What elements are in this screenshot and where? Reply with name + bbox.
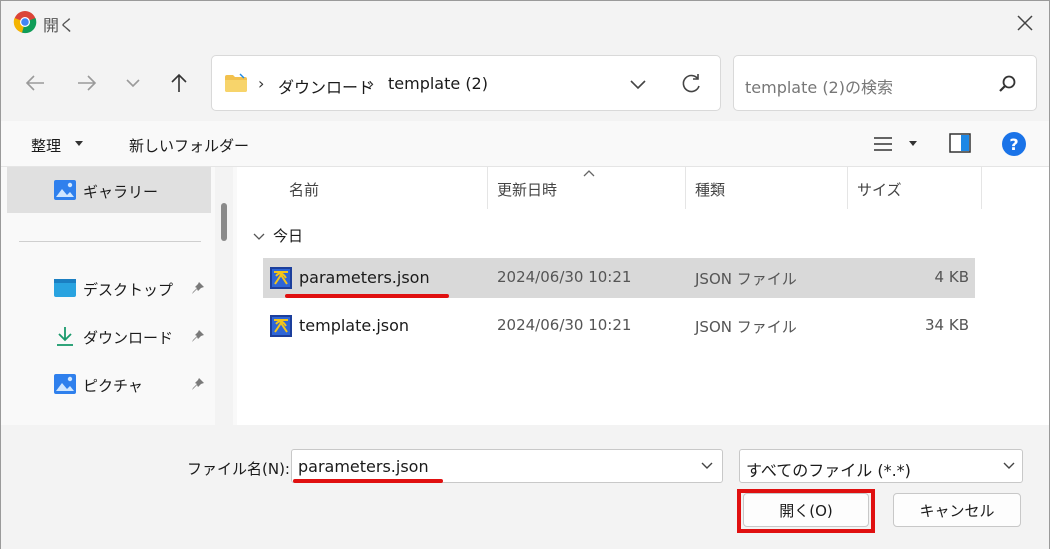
view-options-icon[interactable] (873, 135, 893, 153)
new-folder-button[interactable]: 新しいフォルダー (129, 135, 249, 156)
recent-locations-button[interactable] (117, 67, 149, 99)
sidebar-item-gallery[interactable]: ギャラリー (7, 167, 211, 213)
sidebar-item-label: ピクチャ (83, 377, 143, 395)
chevron-down-icon[interactable] (700, 461, 714, 471)
cancel-button[interactable]: キャンセル (893, 493, 1021, 527)
pin-icon[interactable] (191, 281, 205, 295)
sidebar-item-desktop[interactable]: デスクトップ (7, 265, 211, 311)
sidebar-item-label: ギャラリー (83, 183, 159, 201)
sort-ascending-icon (583, 170, 595, 177)
breadcrumb-separator: › (368, 74, 375, 93)
file-list: 名前 更新日時 種類 サイズ 今日 parameters.json 2024/0… (239, 167, 1049, 425)
arrow-right-icon (78, 75, 97, 91)
sidebar-item-pictures[interactable]: ピクチャ (7, 361, 211, 407)
filename-input[interactable]: parameters.json (291, 449, 723, 483)
file-size: 34 KB (925, 316, 969, 334)
navigation-bar: › ダウンロード › template (2) template (2)の検索 (1, 45, 1049, 121)
json-file-icon (270, 315, 292, 337)
arrow-up-icon (171, 73, 187, 92)
breadcrumb-current-folder[interactable]: template (2) (388, 74, 488, 93)
search-placeholder: template (2)の検索 (745, 78, 893, 97)
pin-icon[interactable] (191, 329, 205, 343)
navigation-pane: ギャラリー デスクトップ ダウンロード ピクチャ (1, 167, 237, 425)
file-date: 2024/06/30 10:21 (497, 316, 632, 334)
desktop-icon (54, 279, 76, 297)
column-header-date[interactable]: 更新日時 (497, 167, 557, 209)
file-row-parameters[interactable]: parameters.json 2024/06/30 10:21 JSON ファ… (263, 258, 975, 298)
command-bar: 整理 新しいフォルダー ? (1, 121, 1049, 167)
column-separator[interactable] (487, 167, 488, 209)
arrow-left-icon (25, 75, 44, 91)
caret-down-icon[interactable] (909, 141, 917, 147)
pin-icon[interactable] (191, 377, 205, 391)
gallery-icon (54, 180, 76, 200)
open-file-dialog: 開く › ダウンロード › template (2) template (2)の… (0, 0, 1050, 549)
sidebar-item-downloads[interactable]: ダウンロード (7, 313, 211, 359)
caret-down-icon (75, 141, 83, 146)
sidebar-item-label: デスクトップ (83, 281, 174, 299)
column-header-size[interactable]: サイズ (857, 167, 902, 209)
column-separator[interactable] (847, 167, 848, 209)
annotation-underline (285, 294, 449, 298)
chrome-icon (13, 11, 37, 34)
file-type: JSON ファイル (695, 270, 797, 288)
file-name: template.json (299, 316, 410, 335)
column-header-type[interactable]: 種類 (695, 167, 725, 209)
filter-value: すべてのファイル (*.*) (746, 461, 911, 480)
group-header-today[interactable]: 今日 (253, 225, 303, 246)
file-type: JSON ファイル (695, 318, 797, 336)
file-type-filter[interactable]: すべてのファイル (*.*) (739, 449, 1023, 483)
search-box[interactable]: template (2)の検索 (733, 55, 1037, 111)
window-title: 開く (43, 16, 76, 35)
refresh-icon[interactable] (678, 71, 704, 97)
file-name: parameters.json (299, 268, 430, 287)
chevron-down-icon (253, 233, 265, 240)
sidebar-divider (19, 241, 201, 242)
folder-icon (225, 73, 247, 92)
sidebar-item-label: ダウンロード (83, 329, 174, 347)
sidebar-scrollbar[interactable] (215, 167, 233, 425)
annotation-highlight-box (737, 489, 875, 533)
back-button[interactable] (19, 67, 51, 99)
chevron-down-icon[interactable] (626, 72, 650, 96)
breadcrumb-separator: › (258, 74, 265, 93)
filename-label: ファイル名(N): (187, 460, 290, 478)
organize-button[interactable]: 整理 (31, 135, 61, 156)
column-separator[interactable] (981, 167, 982, 209)
column-header-name[interactable]: 名前 (289, 167, 319, 209)
preview-pane-icon[interactable] (949, 133, 971, 153)
chevron-down-icon (1003, 462, 1015, 469)
svg-text:?: ? (1009, 135, 1018, 154)
json-file-icon (270, 267, 292, 289)
file-size: 4 KB (934, 268, 969, 286)
file-date: 2024/06/30 10:21 (497, 268, 632, 286)
download-icon (57, 327, 73, 346)
file-row-template[interactable]: template.json 2024/06/30 10:21 JSON ファイル… (263, 306, 975, 346)
scrollbar-thumb[interactable] (221, 203, 227, 241)
chevron-down-icon (126, 79, 140, 88)
column-separator[interactable] (685, 167, 686, 209)
up-button[interactable] (163, 67, 195, 99)
help-icon[interactable]: ? (1001, 131, 1027, 157)
dialog-footer: ファイル名(N): parameters.json すべてのファイル (*.*)… (1, 425, 1049, 549)
address-bar[interactable]: › ダウンロード › template (2) (211, 55, 721, 111)
search-icon (999, 75, 1016, 92)
close-button[interactable] (1011, 9, 1039, 37)
filename-value: parameters.json (298, 457, 429, 476)
pictures-icon (54, 374, 76, 394)
title-bar: 開く (1, 1, 1049, 45)
annotation-underline (293, 479, 443, 483)
breadcrumb-downloads[interactable]: ダウンロード (278, 74, 374, 98)
close-icon (1017, 15, 1033, 31)
group-label: 今日 (273, 227, 304, 245)
forward-button[interactable] (71, 67, 103, 99)
